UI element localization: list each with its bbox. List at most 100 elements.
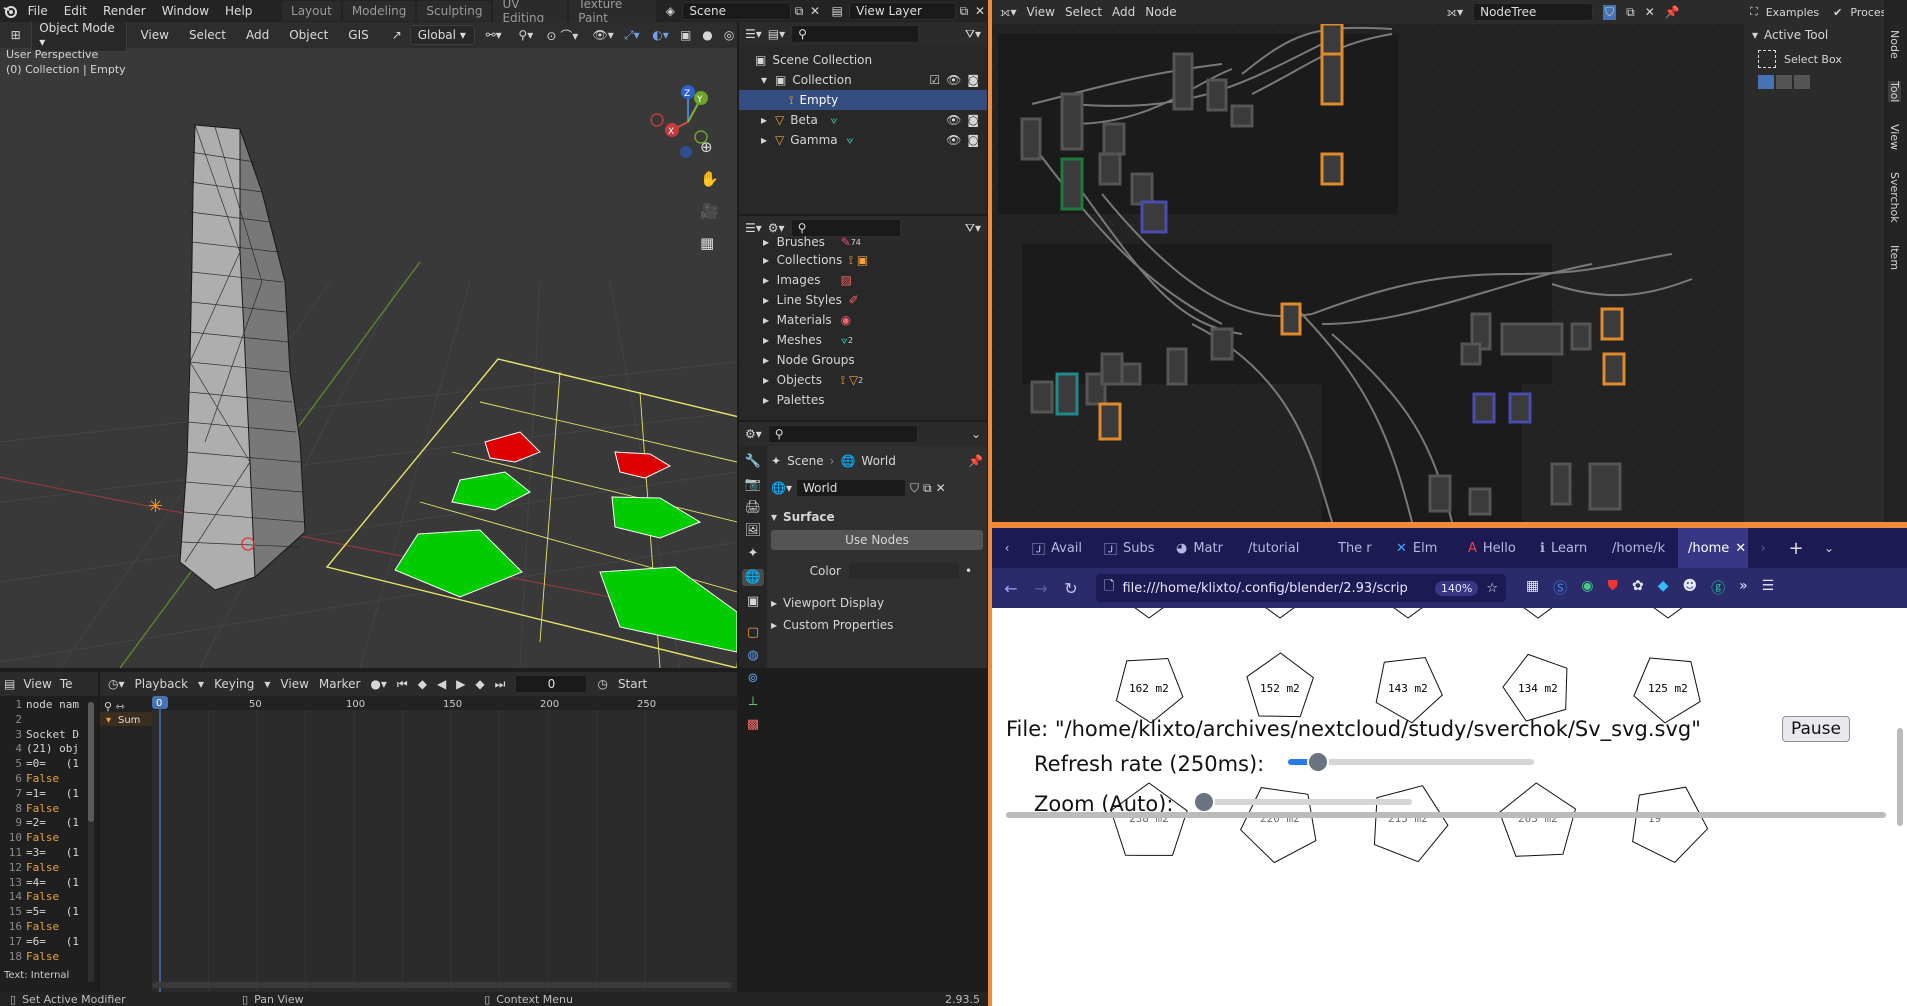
close-tree-icon[interactable]: ✕: [1645, 5, 1655, 19]
pause-button[interactable]: Pause: [1782, 716, 1850, 742]
hand-pan-icon[interactable]: ✋: [700, 170, 719, 188]
sverchok-node[interactable]: [1030, 380, 1054, 414]
outliner-editor-icon[interactable]: ☰▾: [745, 221, 762, 235]
text-editor-icon[interactable]: ▤: [4, 677, 15, 691]
node-canvas[interactable]: [992, 24, 1744, 522]
examples-menu[interactable]: Examples: [1766, 6, 1819, 19]
visibility-icon[interactable]: 👁▾: [592, 28, 615, 42]
filter-icon[interactable]: ⛛▾: [965, 221, 981, 236]
text-editor[interactable]: ▤ View Te 1 node nam 2 3 Socket D 4 (21) obj 5 =…: [0, 672, 98, 992]
sidebar-tab-node[interactable]: Node: [1888, 30, 1901, 59]
shield-icon[interactable]: ⛉: [1603, 4, 1617, 20]
shading-solid-icon[interactable]: ●: [700, 28, 716, 42]
scene-tab-icon[interactable]: ✦: [748, 546, 759, 561]
tower-mesh[interactable]: [179, 124, 306, 591]
sverchok-node[interactable]: [1468, 487, 1492, 516]
db-item-line-styles[interactable]: ▸ Line Styles ✐: [763, 290, 987, 310]
select-extend-icon[interactable]: [1776, 75, 1792, 89]
display-mode-icon[interactable]: ▤▾: [768, 27, 785, 41]
viewport-display-panel[interactable]: ▸ Viewport Display: [771, 592, 983, 614]
tab-sculpting[interactable]: Sculpting: [417, 1, 492, 21]
close-scene-icon[interactable]: ✕: [807, 4, 823, 18]
outliner-item-empty[interactable]: ⟟ Empty: [739, 90, 987, 110]
browser-tab-5[interactable]: The r: [1328, 528, 1386, 568]
outliner-scene-collection[interactable]: ▣ Scene Collection: [739, 50, 987, 70]
db-item-meshes[interactable]: ▸ Meshes ⟇ 2: [763, 330, 987, 350]
menu-file[interactable]: File: [20, 4, 56, 18]
forward-icon[interactable]: →: [1026, 579, 1056, 598]
zoom-slider[interactable]: [1193, 791, 1412, 813]
browser-tab-6[interactable]: ✕ Elm: [1386, 528, 1458, 568]
browser-tab-7[interactable]: A Hello: [1458, 528, 1530, 568]
close-view-layer-icon[interactable]: ✕: [972, 4, 988, 18]
overlay-icon[interactable]: ◐▾: [649, 28, 672, 42]
sverchok-node[interactable]: [1120, 362, 1142, 386]
viewport-menu-select[interactable]: Select: [182, 26, 233, 44]
zoom-icon[interactable]: ⊕: [700, 138, 719, 156]
blender-logo-icon[interactable]: [0, 4, 20, 18]
eye-icon[interactable]: 👁: [946, 113, 961, 127]
sverchok-node[interactable]: [1550, 462, 1572, 506]
next-keyframe-icon[interactable]: ◆: [475, 677, 484, 691]
outliner-item-gamma[interactable]: ▸ ▽ Gamma ⟇ 👁 ◙: [739, 130, 987, 150]
polygon-green-3[interactable]: [394, 529, 523, 598]
play-icon[interactable]: ▶: [456, 677, 465, 691]
overflow-icon[interactable]: »: [1739, 578, 1748, 598]
editor-type-icon[interactable]: ⊞: [6, 28, 25, 42]
sverchok-node[interactable]: [1060, 92, 1084, 151]
reload-icon[interactable]: ↻: [1056, 579, 1086, 598]
refresh-rate-slider[interactable]: [1288, 751, 1534, 773]
output-tab-icon[interactable]: 🖨: [745, 500, 762, 515]
pin-tree-icon[interactable]: 📌: [1665, 5, 1680, 19]
snap-icon[interactable]: ⚲▾: [513, 28, 539, 42]
hamburger-menu-icon[interactable]: ☰: [1762, 578, 1775, 598]
record-button[interactable]: ●▾: [370, 677, 387, 691]
eye-icon[interactable]: 👁: [946, 133, 961, 147]
extension-grammarly-icon[interactable]: ⓖ: [1711, 578, 1725, 598]
texture-tab-icon[interactable]: ▩: [747, 717, 759, 732]
browser-tab-1[interactable]: 🄹 Avail: [1022, 528, 1094, 568]
sverchok-node[interactable]: [1166, 347, 1188, 386]
shading-wire-icon[interactable]: ◎: [721, 28, 737, 42]
gizmo-toggle-icon[interactable]: ⤢▾: [621, 28, 644, 43]
back-icon[interactable]: ←: [996, 579, 1026, 598]
browser-tab-9[interactable]: /home/k: [1602, 528, 1678, 568]
sverchok-node[interactable]: [1588, 462, 1622, 511]
tabs-scroll-right-icon[interactable]: ›: [1748, 541, 1778, 555]
keying-menu[interactable]: Keying: [214, 677, 254, 691]
proportional-edit-icon[interactable]: ⊙ ⌒▾: [545, 27, 580, 44]
sidebar-tab-tool[interactable]: Tool: [1888, 80, 1901, 103]
extension-grid-icon[interactable]: ▦: [1526, 578, 1539, 598]
copy-scene-icon[interactable]: ⧉: [791, 4, 807, 19]
camera-render-icon[interactable]: ◙: [967, 73, 979, 87]
outliner-editor-icon[interactable]: ☰▾: [745, 27, 762, 41]
text-menu-text[interactable]: Te: [60, 677, 73, 691]
playback-menu[interactable]: Playback: [135, 677, 189, 691]
sverchok-node[interactable]: [1320, 52, 1344, 106]
sidebar-tab-sverchok[interactable]: Sverchok: [1888, 172, 1901, 223]
camera-icon[interactable]: 🎥: [700, 202, 719, 220]
constraints-tab-icon[interactable]: ⊚: [748, 671, 759, 686]
ground-plane[interactable]: [325, 358, 737, 668]
outliner-search-input[interactable]: ⚲: [791, 25, 920, 43]
color-swatch[interactable]: [849, 563, 959, 579]
use-nodes-button[interactable]: Use Nodes: [771, 530, 983, 550]
browser-tab-8[interactable]: ℹ Learn: [1530, 528, 1602, 568]
sverchok-node[interactable]: [1172, 52, 1194, 111]
db-item-materials[interactable]: ▸ Materials ◉: [763, 310, 987, 330]
start-frame-label[interactable]: Start: [618, 677, 647, 691]
browser-tab-3[interactable]: ◕ Matr: [1166, 528, 1238, 568]
world-name-field[interactable]: World: [795, 479, 906, 497]
timeline-menu-view[interactable]: View: [280, 677, 308, 691]
sverchok-node[interactable]: [1060, 157, 1084, 211]
expand-arrow-icon[interactable]: ▸: [761, 113, 775, 127]
extension-face-icon[interactable]: ☻: [1682, 578, 1697, 598]
sverchok-node[interactable]: [1020, 117, 1042, 161]
select-box-tool[interactable]: Select Box: [1744, 46, 1884, 72]
data-tab-icon[interactable]: ⟂: [749, 694, 758, 709]
sverchok-node[interactable]: [1280, 302, 1302, 336]
tab-layout[interactable]: Layout: [282, 1, 341, 21]
browser-vscroll[interactable]: [1897, 728, 1903, 826]
node-tree-field[interactable]: NodeTree: [1473, 3, 1594, 21]
timeline-editor-icon[interactable]: ◷▾: [108, 677, 125, 691]
